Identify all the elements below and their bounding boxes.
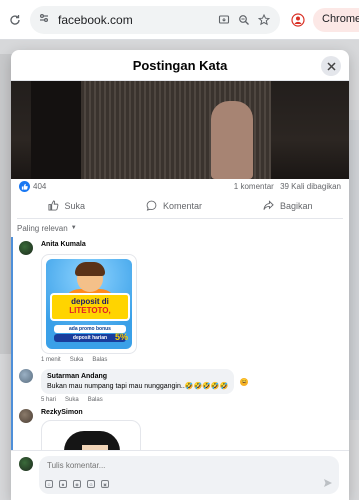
profile-icon[interactable] [290, 12, 306, 28]
sort-label: Paling relevan [17, 223, 68, 233]
comment-reply-link[interactable]: Balas [88, 397, 103, 403]
commenter-name[interactable]: RezkySimon [41, 409, 343, 416]
comment-meta: 5 hari Suka Balas [41, 397, 343, 403]
site-settings-icon[interactable] [38, 11, 50, 29]
comment-time[interactable]: 1 menit [41, 357, 61, 363]
camera-icon[interactable]: ◉ [73, 480, 81, 488]
modal-title: Postingan Kata [132, 57, 228, 73]
bookmark-star-icon[interactable] [256, 12, 272, 28]
comment-like-link[interactable]: Suka [65, 397, 79, 403]
address-bar[interactable]: facebook.com [30, 5, 280, 34]
close-icon [326, 61, 336, 71]
comment-input-box[interactable]: ☺ ☻ ◉ G ▣ [39, 456, 339, 494]
avatar[interactable] [19, 241, 33, 255]
reaction-count[interactable]: 404 [33, 182, 46, 191]
gif-icon[interactable]: G [87, 480, 95, 488]
comments-list: Anita Kumala deposit di LITETOTO, ada pr… [11, 237, 349, 457]
media-arm [211, 101, 253, 179]
comment-label: Komentar [162, 200, 202, 211]
reload-icon[interactable] [6, 11, 24, 29]
like-label: Suka [64, 200, 85, 211]
background-right-panel [348, 120, 359, 420]
like-reaction-icon [19, 180, 30, 192]
promo-line2: LITETOTO, [69, 305, 111, 315]
url-text: facebook.com [58, 12, 133, 27]
comment-count[interactable]: 1 komentar [234, 182, 274, 191]
post-modal: Postingan Kata 404 1 komentar 39 Kali di… [11, 50, 349, 500]
like-button[interactable]: Suka [47, 193, 85, 218]
post-media[interactable] [11, 81, 349, 179]
comment-text: Bukan mau numpang tapi mau nunggangin..🤣… [47, 383, 229, 390]
send-icon[interactable] [323, 478, 333, 488]
sort-dropdown[interactable]: Paling relevan ▼ [11, 219, 349, 237]
share-button[interactable]: Bagikan [263, 193, 313, 218]
chevron-down-icon: ▼ [70, 225, 77, 231]
comment-meta: 1 menit Suka Balas [41, 357, 343, 363]
comment-time[interactable]: 5 hari [41, 397, 56, 403]
comment-icon [146, 200, 158, 212]
share-label: Bagikan [279, 200, 313, 211]
avatar [19, 457, 33, 471]
chrome-update-badge[interactable]: Chrome ba [313, 8, 359, 32]
close-button[interactable] [321, 56, 341, 76]
emoji-icon[interactable]: ☻ [59, 480, 67, 488]
comment-button[interactable]: Komentar [146, 193, 202, 218]
avatar[interactable] [19, 369, 33, 383]
modal-header: Postingan Kata [11, 50, 349, 81]
install-app-icon[interactable] [216, 12, 232, 28]
avatar-sticker-icon[interactable]: ☺ [45, 480, 53, 488]
avatar[interactable] [19, 409, 33, 423]
post-actions: Suka Komentar Bagikan [17, 193, 343, 219]
comment-like-link[interactable]: Suka [70, 357, 84, 363]
comment-reply-link[interactable]: Balas [92, 357, 107, 363]
comment-input[interactable] [47, 461, 247, 470]
commenter-name[interactable]: Anita Kumala [41, 241, 343, 248]
promo-banner: deposit di LITETOTO, [50, 293, 130, 321]
composer-tools: ☺ ☻ ◉ G ▣ [45, 480, 109, 488]
sticker-icon[interactable]: ▣ [101, 480, 109, 488]
zoom-icon[interactable] [236, 12, 252, 28]
commenter-name[interactable]: Sutarman Andang [47, 373, 228, 380]
post-stats: 404 1 komentar 39 Kali dibagikan [11, 179, 349, 193]
thumbs-up-icon [47, 200, 59, 212]
haha-reaction-icon[interactable]: 😆 [240, 377, 249, 386]
media-shadow [31, 81, 81, 179]
browser-toolbar: facebook.com [0, 0, 359, 40]
comment-image[interactable]: deposit di LITETOTO, ada promo bonus dep… [41, 254, 137, 354]
promo-character-hair [75, 262, 105, 276]
share-arrow-icon [263, 200, 275, 212]
comment-composer: ☺ ☻ ◉ G ▣ [11, 450, 349, 500]
comment-item: Sutarman Andang Bukan mau numpang tapi m… [13, 365, 349, 405]
promo-graphic: deposit di LITETOTO, ada promo bonus dep… [46, 259, 132, 349]
comment-bubble: Sutarman Andang Bukan mau numpang tapi m… [41, 369, 235, 394]
share-count[interactable]: 39 Kali dibagikan [280, 182, 341, 191]
comment-item: Anita Kumala deposit di LITETOTO, ada pr… [13, 237, 349, 365]
promo-percent: 5% [114, 332, 128, 342]
